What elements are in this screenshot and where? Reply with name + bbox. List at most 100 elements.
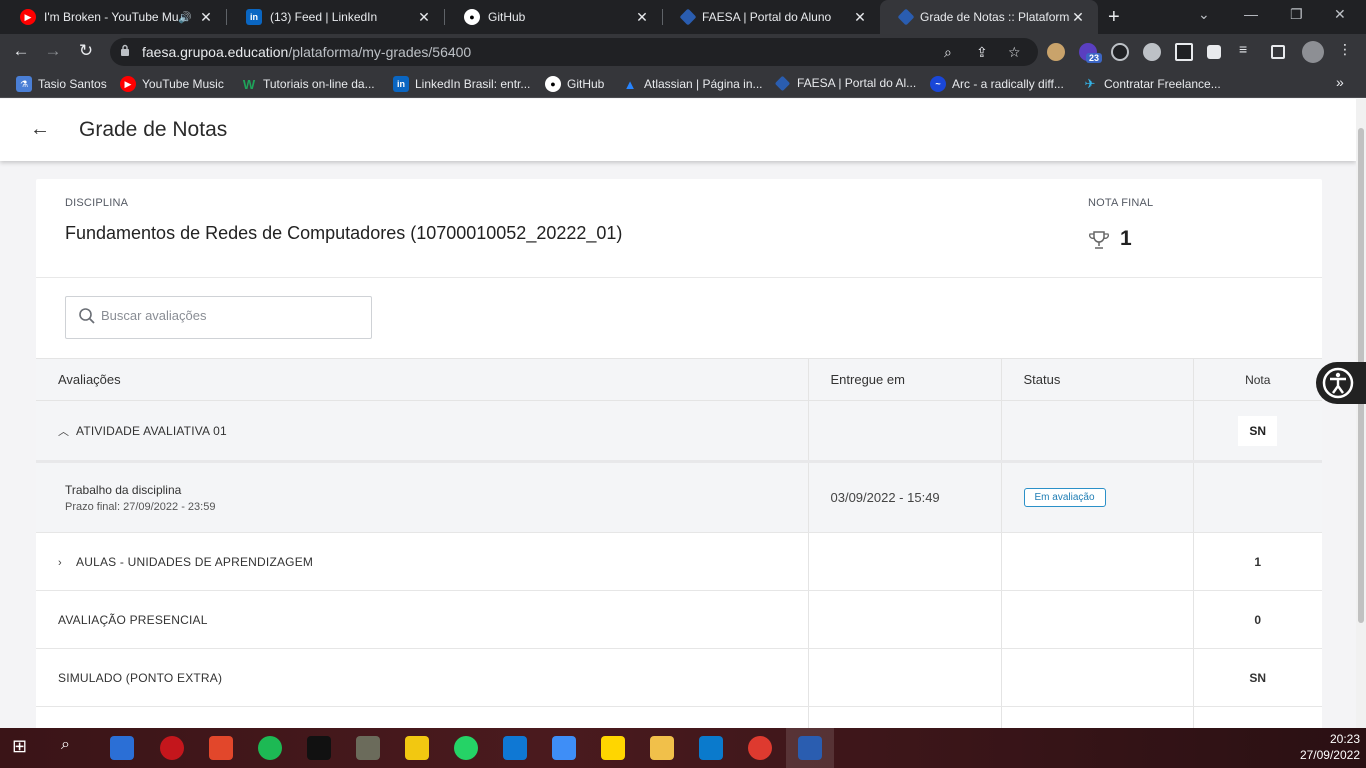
tab-youtube-music[interactable]: ▶ I'm Broken - YouTube Mu 🔊 ✕ xyxy=(0,0,226,34)
table-row[interactable]: ︿ ATIVIDADE AVALIATIVA 01 SN xyxy=(36,400,1322,462)
office-icon[interactable] xyxy=(209,736,233,760)
assignment-deadline: Prazo final: 27/09/2022 - 23:59 xyxy=(65,500,216,513)
back-arrow-icon[interactable]: ← xyxy=(30,118,50,141)
accessibility-icon xyxy=(1322,367,1354,399)
minimize-button[interactable]: — xyxy=(1244,6,1258,22)
mail-icon[interactable] xyxy=(503,736,527,760)
accessibility-button[interactable] xyxy=(1316,362,1366,404)
bookmark-item[interactable]: ▲ Atlassian | Página in... xyxy=(622,76,763,92)
bookmark-star-icon[interactable]: ☆ xyxy=(1008,44,1021,61)
faesa-icon xyxy=(897,8,915,26)
discipline-name: Fundamentos de Redes de Computadores (10… xyxy=(65,223,623,243)
zoom-search-icon[interactable]: ⌕ xyxy=(944,44,952,61)
status-badge: Em avaliação xyxy=(1023,488,1106,507)
sticky-notes-icon[interactable] xyxy=(601,736,625,760)
avatar[interactable] xyxy=(1302,41,1324,63)
url-path: /plataforma/my-grades/56400 xyxy=(288,44,472,60)
puzzle-extensions-icon[interactable] xyxy=(1207,45,1221,59)
grades-card: DISCIPLINA Fundamentos de Redes de Compu… xyxy=(36,179,1322,728)
bookmark-item[interactable]: ⚗ Tasio Santos xyxy=(16,76,107,92)
close-tab-icon[interactable]: ✕ xyxy=(416,9,432,26)
store-icon[interactable] xyxy=(110,736,134,760)
table-header-row: Avaliações Entregue em Status Nota xyxy=(36,358,1322,401)
github-icon: ● xyxy=(545,76,561,92)
w-icon: W xyxy=(242,76,256,92)
powerbi-icon[interactable] xyxy=(405,736,429,760)
workana-icon: ✈ xyxy=(1084,76,1096,91)
forward-button[interactable]: → xyxy=(42,41,64,61)
table-row[interactable]: Trabalho da disciplina Prazo final: 27/0… xyxy=(36,460,1322,533)
bookmark-item[interactable]: ✈ Contratar Freelance... xyxy=(1082,76,1221,92)
file-explorer-icon[interactable] xyxy=(650,736,674,760)
menu-icon[interactable]: ⋮ xyxy=(1338,41,1356,59)
youtube-music-icon: ▶ xyxy=(20,9,36,25)
extension-icon[interactable] xyxy=(1111,43,1129,61)
extension-icon[interactable] xyxy=(1175,43,1193,61)
evaluation-name: AVALIAÇÃO PRESENCIAL xyxy=(58,613,208,627)
close-tab-icon[interactable]: ✕ xyxy=(1070,9,1086,26)
tab-grade-de-notas[interactable]: Grade de Notas :: Plataforma ✕ xyxy=(880,0,1098,34)
bookmark-item[interactable]: FAESA | Portal do Al... xyxy=(774,75,916,91)
bookmark-item[interactable]: W Tutoriais on-line da... xyxy=(241,76,375,92)
group-name: ATIVIDADE AVALIATIVA 01 xyxy=(76,423,227,438)
search-icon xyxy=(79,308,95,324)
side-panel-icon[interactable] xyxy=(1271,45,1285,59)
linkedin-icon: in xyxy=(393,76,409,92)
close-tab-icon[interactable]: ✕ xyxy=(852,9,868,26)
tab-faesa-portal[interactable]: FAESA | Portal do Aluno ✕ xyxy=(662,0,880,34)
final-grade-value: 1 xyxy=(1120,227,1132,250)
header-evaluations[interactable]: Avaliações xyxy=(36,358,808,401)
new-tab-button[interactable]: + xyxy=(1108,6,1120,29)
table-row[interactable]: › AULAS - UNIDADES DE APRENDIZAGEM 1 xyxy=(36,532,1322,591)
app-icon[interactable] xyxy=(798,736,822,760)
header-status[interactable]: Status xyxy=(1000,358,1193,401)
tab-search-icon[interactable]: ⌄ xyxy=(1198,6,1210,23)
app-icon[interactable] xyxy=(307,736,331,760)
arc-icon: ~ xyxy=(930,76,946,92)
maximize-button[interactable]: ❐ xyxy=(1290,6,1303,23)
delivered-date: 03/09/2022 - 15:49 xyxy=(830,490,940,505)
speaker-icon[interactable]: 🔊 xyxy=(178,11,192,24)
evaluation-name: SIMULADO (PONTO EXTRA) xyxy=(58,671,223,685)
close-window-button[interactable]: ✕ xyxy=(1334,6,1346,23)
header-grade[interactable]: Nota xyxy=(1192,358,1322,401)
extension-icon[interactable] xyxy=(1143,43,1161,61)
table-row: AVALIAÇÃO PRESENCIAL 0 xyxy=(36,590,1322,649)
bookmarks-overflow-icon[interactable]: » xyxy=(1336,74,1344,90)
table-row: SIMULADO (PONTO EXTRA) SN xyxy=(36,648,1322,707)
header-delivered[interactable]: Entregue em xyxy=(807,358,1001,401)
system-clock[interactable]: 20:23 27/09/2022 xyxy=(1300,731,1360,763)
linkedin-icon: in xyxy=(246,9,262,25)
bookmark-item[interactable]: ~ Arc - a radically diff... xyxy=(930,76,1064,92)
browser-toolbar: ← → ↻ faesa.grupoa.education/plataforma/… xyxy=(0,34,1366,70)
chevron-right-icon[interactable]: › xyxy=(58,557,76,569)
back-button[interactable]: ← xyxy=(10,41,32,61)
bookmark-item[interactable]: ▶ YouTube Music xyxy=(120,76,224,92)
windows-start-icon[interactable]: ⊞ xyxy=(12,736,36,760)
close-tab-icon[interactable]: ✕ xyxy=(634,9,650,26)
todo-icon[interactable] xyxy=(552,736,576,760)
reload-button[interactable]: ↻ xyxy=(75,41,97,61)
share-icon[interactable]: ⇪ xyxy=(976,44,988,61)
search-icon[interactable]: ⌕ xyxy=(61,736,85,760)
atlassian-icon: ▲ xyxy=(623,76,637,92)
extension-icon[interactable] xyxy=(1047,43,1065,61)
app-icon[interactable] xyxy=(356,736,380,760)
tab-linkedin[interactable]: in (13) Feed | LinkedIn ✕ xyxy=(226,0,444,34)
bookmark-item[interactable]: in LinkedIn Brasil: entr... xyxy=(393,76,530,92)
github-icon: ● xyxy=(464,9,480,25)
search-box[interactable] xyxy=(65,296,372,339)
vscode-icon[interactable] xyxy=(699,736,723,760)
faesa-icon xyxy=(679,8,697,26)
app-icon[interactable] xyxy=(160,736,184,760)
chevron-up-icon[interactable]: ︿ xyxy=(58,423,76,439)
whatsapp-icon[interactable] xyxy=(454,736,478,760)
search-input[interactable] xyxy=(101,308,361,323)
bookmark-item[interactable]: ● GitHub xyxy=(545,76,604,92)
reading-list-icon[interactable]: ≡ xyxy=(1239,41,1257,59)
chrome-icon[interactable] xyxy=(748,736,772,760)
spotify-icon[interactable] xyxy=(258,736,282,760)
address-bar[interactable]: faesa.grupoa.education/plataforma/my-gra… xyxy=(110,38,1038,66)
tab-github[interactable]: ● GitHub ✕ xyxy=(444,0,662,34)
close-tab-icon[interactable]: ✕ xyxy=(198,9,214,26)
